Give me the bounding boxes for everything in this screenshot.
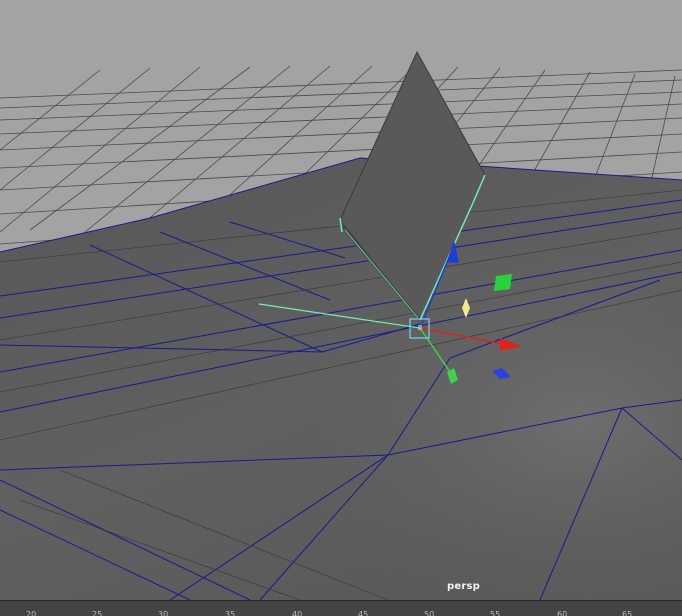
timeline-tick: 30 xyxy=(158,610,169,616)
timeline-tick: 50 xyxy=(424,610,435,616)
timeline-tick: 60 xyxy=(557,610,568,616)
pivot-dot xyxy=(418,325,422,330)
viewport-canvas[interactable] xyxy=(0,0,682,600)
xy-plane-handle[interactable] xyxy=(494,274,512,291)
timeline-tick: 40 xyxy=(292,610,303,616)
camera-name-label: persp xyxy=(447,581,480,592)
perspective-viewport[interactable]: persp xyxy=(0,0,682,600)
timeline-tick: 45 xyxy=(358,610,369,616)
timeline-tick: 55 xyxy=(490,610,501,616)
time-slider[interactable]: 20 25 30 35 40 45 50 55 60 65 xyxy=(0,600,682,616)
timeline-tick: 65 xyxy=(622,610,633,616)
timeline-tick: 35 xyxy=(225,610,236,616)
timeline-tick: 20 xyxy=(26,610,37,616)
timeline-tick: 25 xyxy=(92,610,103,616)
